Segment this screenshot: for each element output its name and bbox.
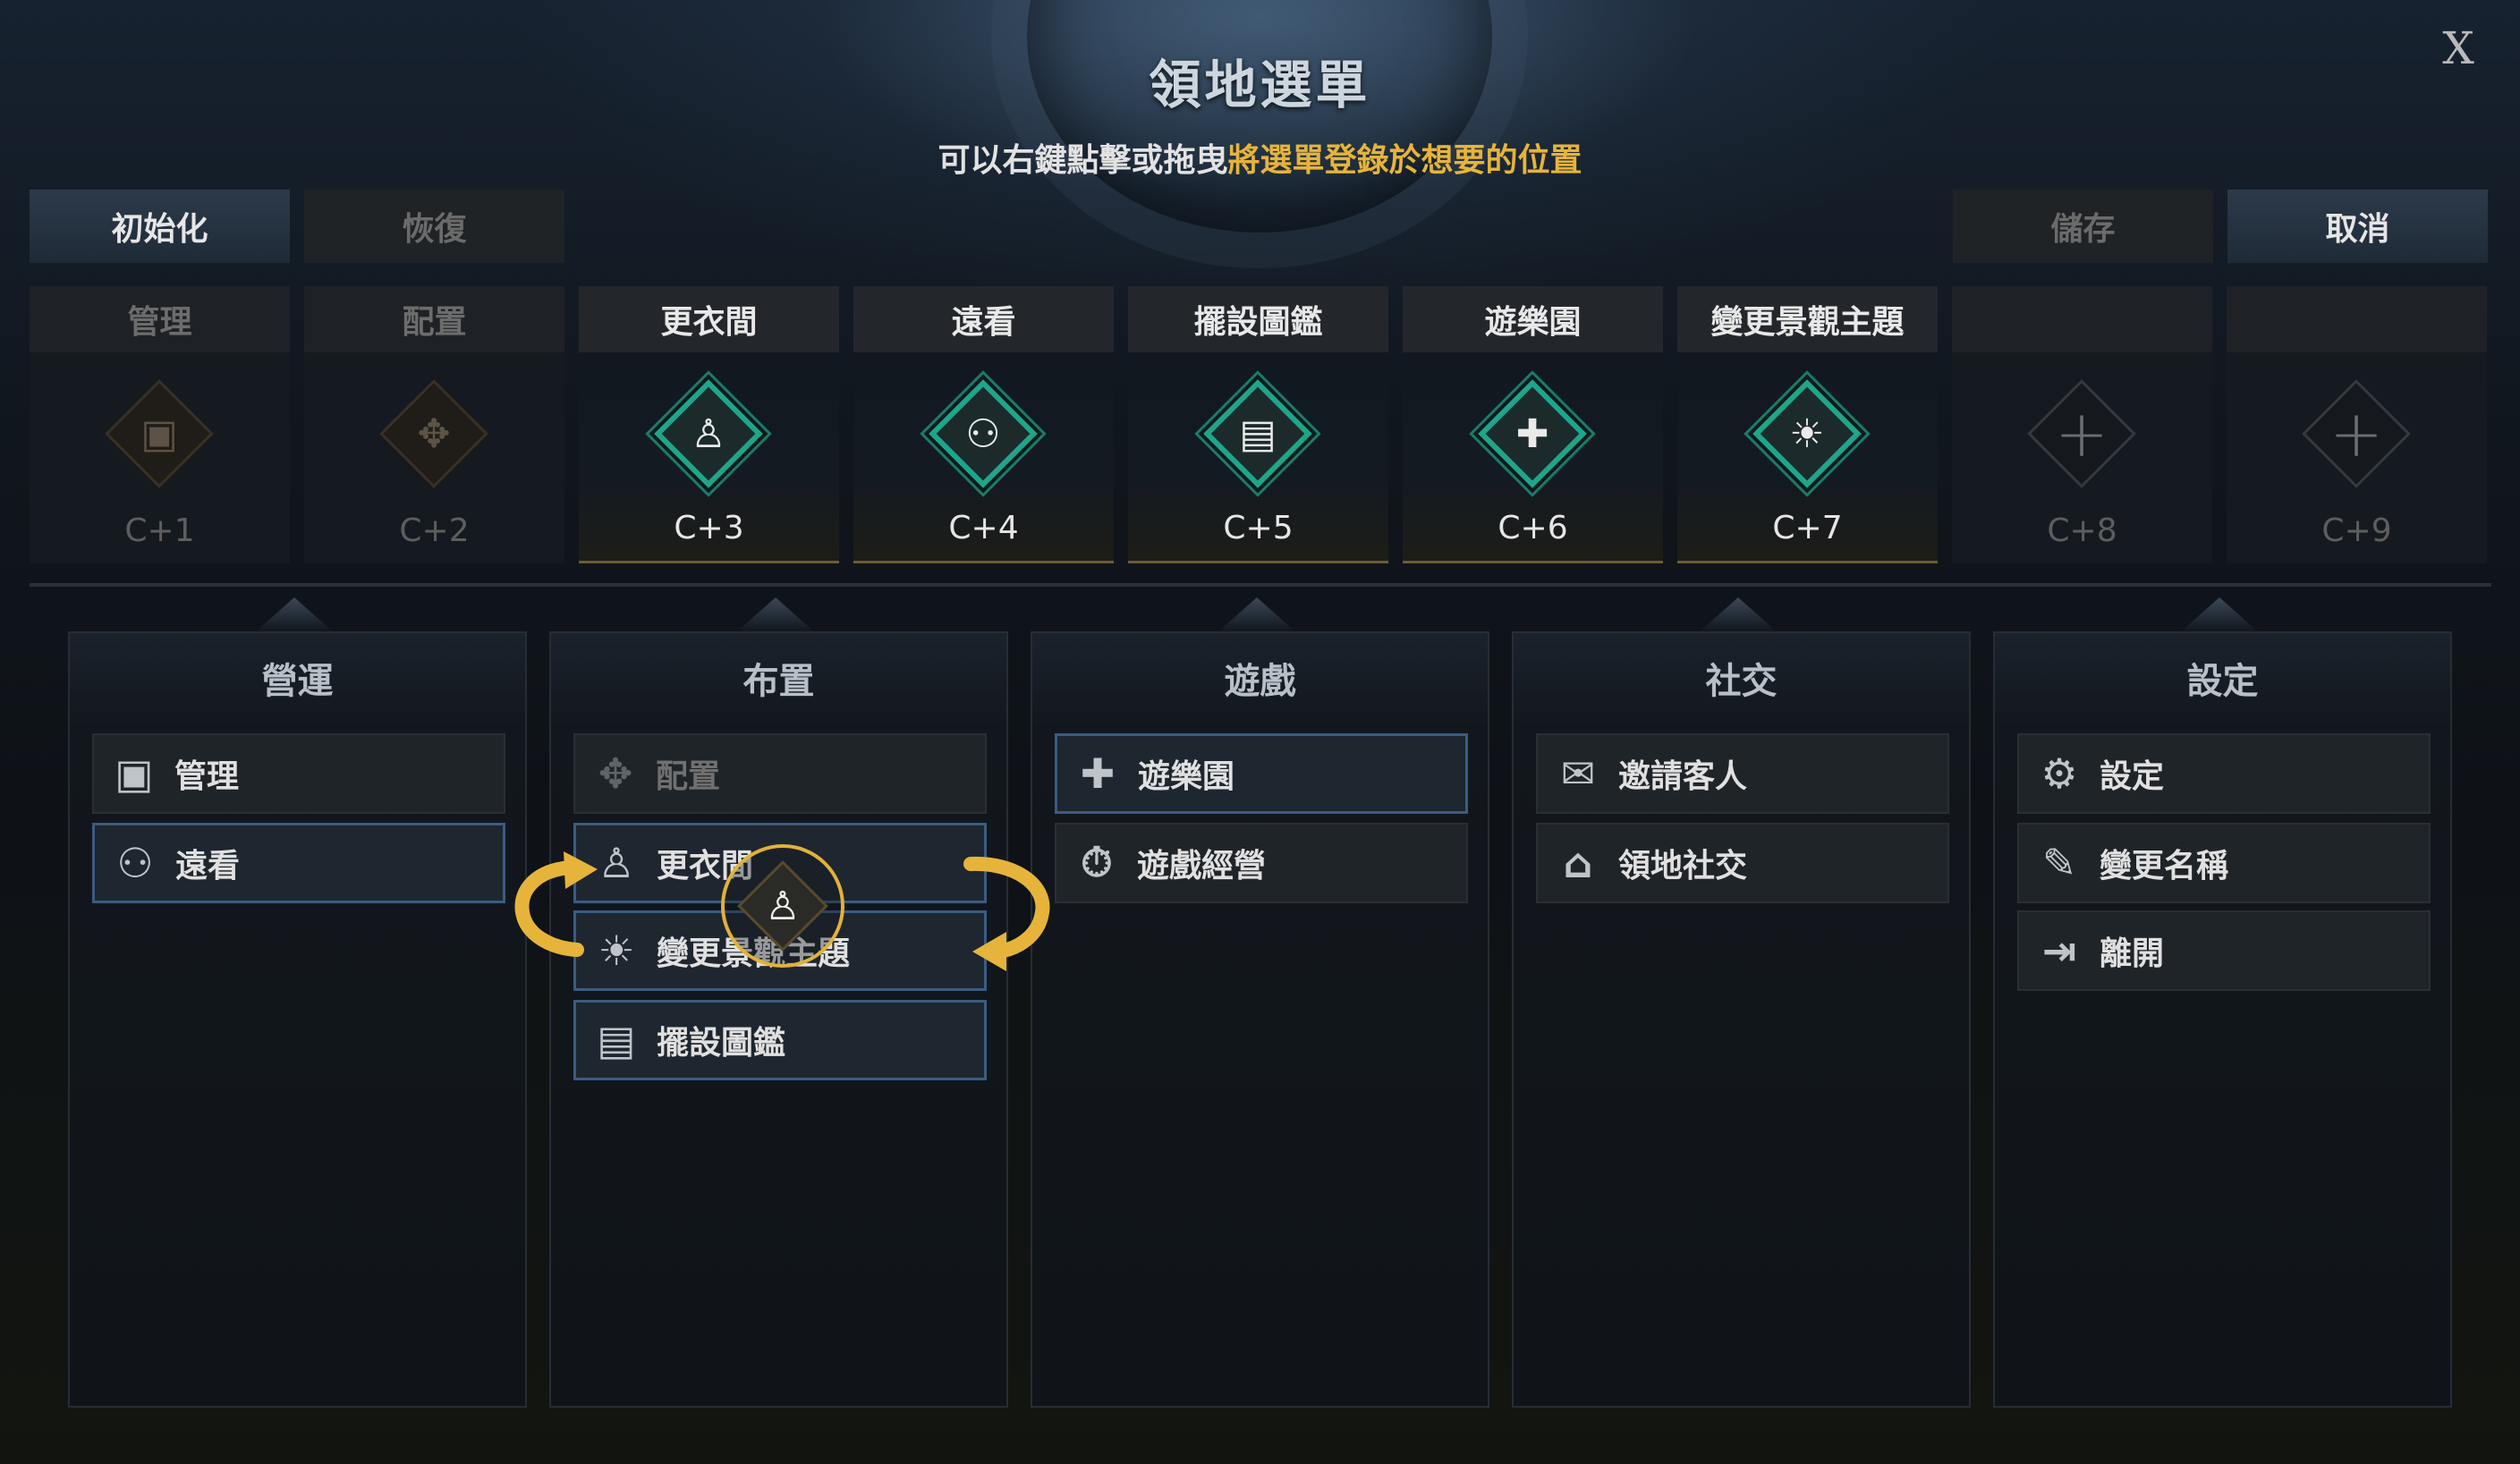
menu-item-amusement-park[interactable]: ✚ 遊樂園 [1055, 733, 1468, 814]
menu-item-settings[interactable]: ⚙ 設定 [2017, 733, 2431, 814]
suit-icon: ♙ [691, 410, 726, 457]
section-divider [30, 583, 2491, 587]
slot-title: 管理 [30, 286, 290, 352]
quick-slot-3[interactable]: 更衣間 ♙ C+3 [579, 286, 839, 563]
slot-shortcut: C+8 [2047, 512, 2117, 549]
menu-item-label: 配置 [656, 758, 721, 795]
slot-title: 變更景觀主題 [1677, 286, 1938, 352]
slot-title: 遠看 [853, 286, 1114, 352]
slot-shortcut: C+7 [1772, 510, 1843, 546]
panel-ornament [1698, 597, 1778, 633]
menu-item-leave[interactable]: ⇥ 離開 [2017, 910, 2431, 991]
menu-item-label: 設定 [2100, 758, 2165, 795]
quick-slot-4[interactable]: 遠看 ⚇ C+4 [853, 286, 1114, 563]
panel-ornament [2179, 597, 2260, 633]
binoculars-icon: ⚇ [965, 410, 1001, 457]
menu-item-manage[interactable]: ▣ 管理 [92, 733, 505, 814]
category-panel-social: 社交 ✉ 邀請客人 ⌂ 領地社交 [1512, 631, 1971, 1408]
quick-slot-1[interactable]: 管理 ▣ C+1 [30, 286, 290, 563]
timer-gear-icon: ⏱ [1081, 838, 1113, 886]
move-arrows-icon: ✥ [417, 410, 451, 457]
category-title: 社交 [1705, 661, 1778, 702]
plus-icon: + [2329, 396, 2384, 471]
category-title: 布置 [742, 661, 815, 702]
slot-title: 配置 [304, 286, 564, 352]
slot-title [2227, 286, 2487, 352]
slot-title: 更衣間 [579, 286, 839, 352]
gear-icon: ⚙ [2041, 749, 2078, 798]
clipboard-icon: ▣ [115, 749, 154, 798]
menu-item-territory-social[interactable]: ⌂ 領地社交 [1536, 823, 1949, 903]
restore-button[interactable]: 恢復 [304, 190, 564, 263]
instruction-highlight: 將選單登錄於想要的位置 [1227, 142, 1582, 179]
category-title: 營運 [261, 661, 334, 702]
house-icon: ⌂ [1563, 839, 1593, 887]
slot-shortcut: C+3 [674, 510, 744, 546]
instruction-text: 可以右鍵點擊或拖曳將選單登錄於想要的位置 [0, 134, 2520, 181]
quick-slot-7[interactable]: 變更景觀主題 ☀ C+7 [1677, 286, 1938, 563]
menu-item-rename[interactable]: ✎ 變更名稱 [2017, 823, 2431, 903]
quick-slot-2[interactable]: 配置 ✥ C+2 [304, 286, 564, 563]
menu-item-label: 管理 [174, 758, 240, 795]
invite-guest-icon: ✉ [1560, 749, 1596, 798]
menu-item-label: 擺設圖鑑 [657, 1025, 786, 1062]
menu-item-label: 變更名稱 [2100, 848, 2229, 884]
slot-shortcut: C+5 [1223, 510, 1294, 546]
menu-item-label: 領地社交 [1618, 848, 1748, 884]
gamepad-icon: ✚ [1515, 410, 1549, 457]
menu-item-label: 遠看 [175, 848, 241, 884]
menu-item-arrange[interactable]: ✥ 配置 [573, 733, 987, 814]
close-button[interactable]: X [2433, 23, 2483, 73]
menu-item-label: 離開 [2100, 935, 2165, 972]
panel-ornament [1217, 597, 1297, 633]
category-title: 遊戲 [1224, 661, 1296, 702]
slot-shortcut: C+9 [2321, 512, 2392, 549]
quick-slot-6[interactable]: 遊樂園 ✚ C+6 [1403, 286, 1663, 563]
swap-arrow-left-icon [514, 851, 598, 957]
edit-icon: ✎ [2041, 839, 2077, 887]
menu-item-game-management[interactable]: ⏱ 遊戲經營 [1055, 823, 1468, 903]
category-title: 設定 [2186, 661, 2259, 702]
quick-slot-9[interactable]: + C+9 [2227, 286, 2487, 563]
menu-item-invite-guest[interactable]: ✉ 邀請客人 [1536, 733, 1949, 814]
slot-shortcut: C+4 [948, 510, 1019, 546]
category-panel-operation: 營運 ▣ 管理 ⚇ 遠看 [68, 631, 527, 1408]
swap-arrow-right-icon [963, 856, 1050, 971]
slot-shortcut: C+6 [1498, 510, 1568, 546]
slot-title [1952, 286, 2212, 352]
move-arrows-icon: ✥ [598, 749, 633, 798]
reset-button[interactable]: 初始化 [30, 190, 290, 263]
slot-shortcut: C+2 [399, 512, 470, 549]
menu-item-label: 遊樂園 [1138, 758, 1235, 795]
gamepad-icon: ✚ [1080, 749, 1116, 798]
panel-ornament [735, 597, 816, 633]
save-button[interactable]: 儲存 [1953, 190, 2213, 263]
menu-item-label: 遊戲經營 [1137, 848, 1267, 884]
category-panel-settings: 設定 ⚙ 設定 ✎ 變更名稱 ⇥ 離開 [1993, 631, 2452, 1408]
category-panel-game: 遊戲 ✚ 遊樂園 ⏱ 遊戲經營 [1031, 631, 1489, 1408]
slot-title: 遊樂園 [1403, 286, 1663, 352]
menu-item-view[interactable]: ⚇ 遠看 [92, 823, 505, 903]
page-title: 領地選單 [1149, 55, 1371, 115]
clipboard-icon: ▣ [140, 410, 178, 457]
armchair-book-icon: ▤ [1239, 410, 1277, 457]
sun-cloud-icon: ☀ [1789, 410, 1825, 457]
menu-item-label: 邀請客人 [1618, 758, 1748, 795]
slot-shortcut: C+1 [124, 512, 195, 549]
armchair-book-icon: ▤ [597, 1016, 636, 1064]
cancel-button[interactable]: 取消 [2227, 190, 2488, 263]
panel-ornament [254, 597, 335, 633]
menu-item-furniture-catalog[interactable]: ▤ 擺設圖鑑 [573, 1000, 987, 1080]
instruction-plain: 可以右鍵點擊或拖曳 [938, 142, 1228, 179]
slot-title: 擺設圖鑑 [1128, 286, 1388, 352]
quick-slot-5[interactable]: 擺設圖鑑 ▤ C+5 [1128, 286, 1388, 563]
exit-door-icon: ⇥ [2041, 927, 2077, 975]
suit-icon: ♙ [765, 883, 801, 929]
category-panel-decorate: 布置 ✥ 配置 ♙ 更衣間 ☀ 變更景觀主題 ▤ 擺設圖鑑 [549, 631, 1008, 1408]
binoculars-icon: ⚇ [116, 839, 154, 887]
drag-ghost[interactable]: ♙ [721, 844, 844, 968]
plus-icon: + [2054, 396, 2109, 471]
quick-slot-8[interactable]: + C+8 [1952, 286, 2212, 563]
